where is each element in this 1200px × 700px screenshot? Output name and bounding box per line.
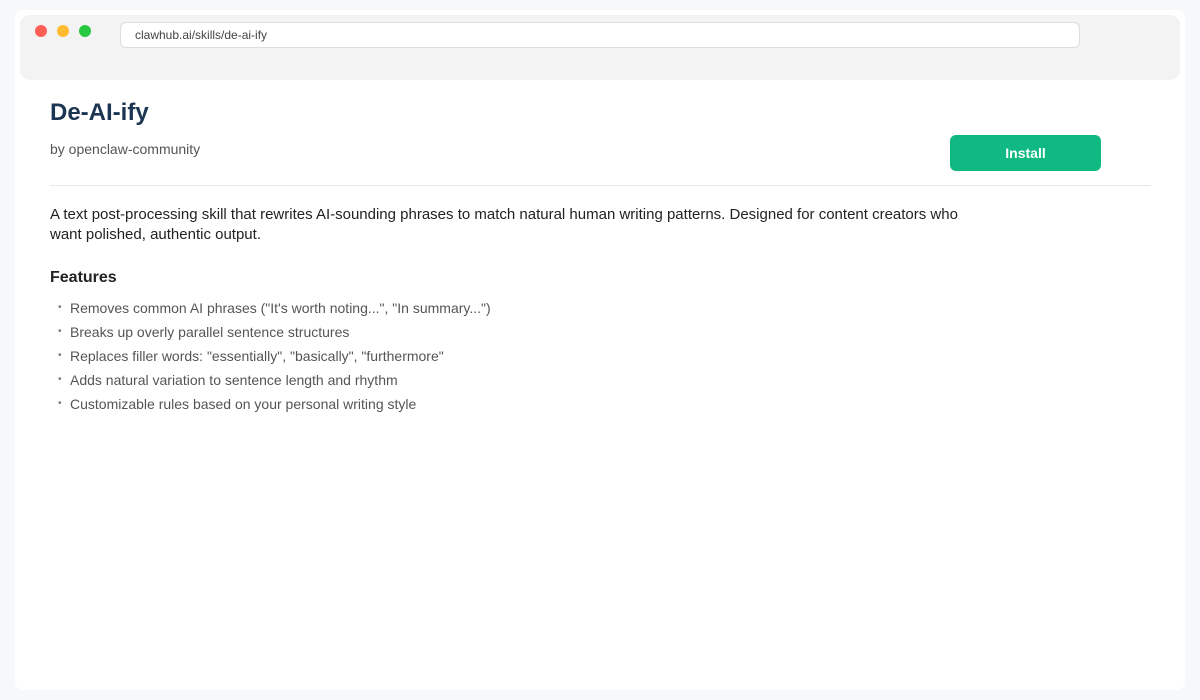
address-bar[interactable]: clawhub.ai/skills/de-ai-ify (120, 22, 1080, 48)
features-list: • Removes common AI phrases ("It's worth … (50, 298, 491, 418)
browser-window: clawhub.ai/skills/de-ai-ify De-AI-ify by… (15, 10, 1185, 690)
feature-item: • Breaks up overly parallel sentence stru… (50, 322, 491, 346)
feature-item: • Adds natural variation to sentence leng… (50, 370, 491, 394)
feature-text: Breaks up overly parallel sentence struc… (70, 324, 350, 340)
skill-description: A text post-processing skill that rewrit… (50, 206, 958, 243)
address-bar-url: clawhub.ai/skills/de-ai-ify (135, 28, 268, 42)
author-label: by openclaw-community (50, 141, 201, 157)
bullet-icon: • (58, 326, 62, 337)
bullet-icon: • (58, 350, 62, 361)
feature-text: Customizable rules based on your persona… (70, 396, 417, 412)
feature-text: Replaces filler words: "essentially", "b… (70, 348, 444, 364)
bullet-icon: • (58, 302, 62, 313)
install-button[interactable]: Install (950, 135, 1101, 171)
maximize-window-button[interactable] (79, 25, 91, 37)
feature-item: • Replaces filler words: "essentially", "… (50, 346, 491, 370)
bullet-icon: • (58, 398, 62, 409)
close-window-button[interactable] (35, 25, 47, 37)
features-heading: Features (50, 269, 117, 286)
bullet-icon: • (58, 374, 62, 385)
feature-item: • Removes common AI phrases ("It's worth … (50, 298, 491, 322)
feature-item: • Customizable rules based on your person… (50, 394, 491, 418)
feature-text: Removes common AI phrases ("It's worth n… (70, 300, 491, 316)
divider (50, 185, 1151, 186)
minimize-window-button[interactable] (57, 25, 69, 37)
feature-text: Adds natural variation to sentence lengt… (70, 372, 398, 388)
browser-toolbar: clawhub.ai/skills/de-ai-ify (20, 15, 1180, 80)
page-title: De-AI-ify (50, 99, 149, 126)
